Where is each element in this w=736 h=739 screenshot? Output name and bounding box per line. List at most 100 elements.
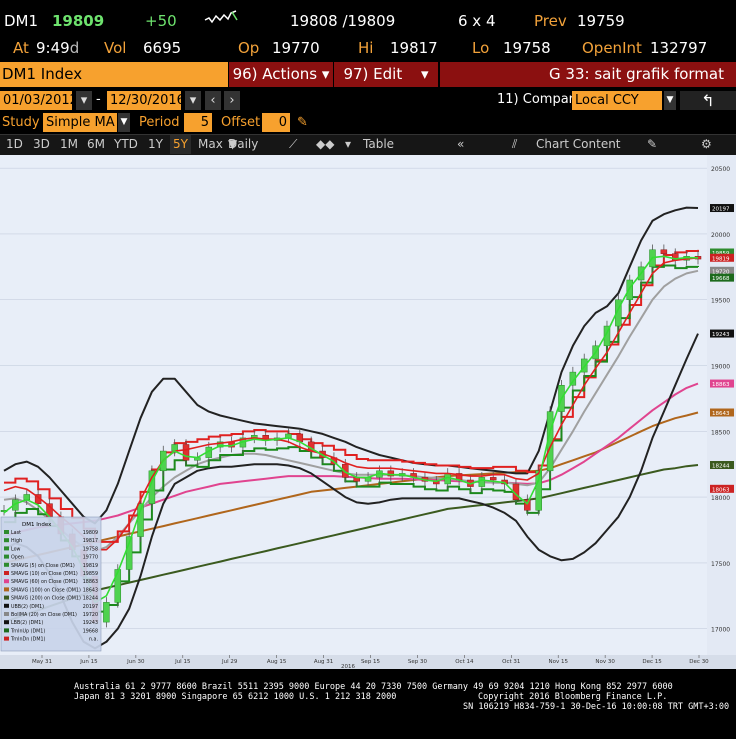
candle xyxy=(103,602,110,623)
time-suffix: d xyxy=(69,39,80,57)
study-bar: Study Simple MA ▼ Period 5 Offset 0 ✎ xyxy=(0,113,736,134)
legend-label: Last xyxy=(11,530,21,536)
study-label: Study xyxy=(2,115,40,130)
frequency-label: Daily xyxy=(228,137,259,151)
end-date-field[interactable]: 12/30/2016 xyxy=(107,91,185,110)
value-tag-label: 18244 xyxy=(712,464,730,470)
range-ytd[interactable]: YTD xyxy=(114,135,138,154)
legend-value: 19668 xyxy=(83,628,98,634)
low-label: Lo xyxy=(472,39,490,57)
back-arrow-icon[interactable]: ↰ xyxy=(680,91,736,110)
start-date-field[interactable]: 01/03/2012 xyxy=(0,91,78,110)
calendar-icon[interactable]: ▾ xyxy=(76,91,92,110)
x-tick-label: Nov 30 xyxy=(595,659,615,665)
legend-label: Low xyxy=(11,546,21,552)
edit-label: 97) Edit xyxy=(343,65,403,83)
compare-label[interactable]: 11) Compare xyxy=(497,92,582,107)
legend-swatch xyxy=(4,603,9,608)
chevron-right-icon[interactable]: › xyxy=(224,91,240,110)
legend-value: 18863 xyxy=(83,579,98,585)
value-tag-label: 19243 xyxy=(712,332,730,338)
legend-swatch xyxy=(4,612,9,616)
legend-swatch xyxy=(4,636,9,641)
y-tick-label: 20000 xyxy=(711,232,730,239)
legend-swatch xyxy=(4,595,9,600)
range-1d[interactable]: 1D xyxy=(6,135,23,154)
study-select[interactable]: Simple MA xyxy=(43,113,117,132)
y-tick-label: 18000 xyxy=(711,495,730,502)
price-chart[interactable]: 20500 20000 19500 19000 18500 18000 17500 17000… xyxy=(0,155,736,669)
year-label: 2016 xyxy=(341,664,355,669)
plot-area xyxy=(0,155,707,655)
high-label: Hi xyxy=(358,39,374,57)
range-1m[interactable]: 1M xyxy=(60,135,78,154)
edit-chart-icon[interactable]: ✎ xyxy=(647,135,657,154)
y-tick-label: 19500 xyxy=(711,298,730,305)
x-tick-label: Jun 15 xyxy=(79,659,98,665)
footer-line-2: Japan 81 3 3201 8900 Singapore 65 6212 1… xyxy=(74,692,397,702)
chevron-down-icon[interactable]: ▼ xyxy=(664,91,676,110)
line-chart-icon[interactable]: ⟋ xyxy=(289,135,297,154)
x-tick-label: Aug 31 xyxy=(314,659,334,665)
price-change: +50 xyxy=(145,12,177,30)
candle-chart-icon[interactable]: ◆◆ xyxy=(316,135,334,154)
table-button[interactable]: Table xyxy=(363,135,394,154)
chevron-down-icon[interactable]: ▼ xyxy=(118,113,130,132)
candle xyxy=(114,569,122,603)
legend-swatch xyxy=(4,538,9,543)
openint-label: OpenInt xyxy=(582,39,642,57)
legend-value: 19720 xyxy=(83,612,98,618)
chart-content-icon[interactable]: ⫽ xyxy=(512,135,517,154)
legend-swatch xyxy=(4,530,9,534)
frequency-select[interactable]: Daily ▼ xyxy=(228,135,258,154)
actions-menu[interactable]: 96) Actions ▾ xyxy=(229,62,333,87)
legend-value: 18643 xyxy=(83,587,98,593)
period-label: Period xyxy=(139,115,180,130)
value-tag-label: 18643 xyxy=(712,411,730,417)
footer: Australia 61 2 9777 8600 Brazil 5511 239… xyxy=(0,680,736,720)
period-field[interactable]: 5 xyxy=(184,113,212,132)
range-1y[interactable]: 1Y xyxy=(148,135,163,154)
x-tick-label: Sep 15 xyxy=(361,659,381,665)
y-tick-label: 17500 xyxy=(711,561,730,568)
legend-swatch xyxy=(4,562,9,567)
range-3d[interactable]: 3D xyxy=(33,135,50,154)
y-axis-strip xyxy=(707,155,736,655)
vol-label: Vol xyxy=(104,39,127,57)
chart-content-button[interactable]: Chart Content xyxy=(536,135,621,154)
chevron-down-icon[interactable]: ▾ xyxy=(345,135,351,154)
high-value: 19817 xyxy=(390,39,438,57)
security-field[interactable]: DM1 Index xyxy=(0,62,228,87)
legend-swatch xyxy=(4,571,9,575)
legend-label: SMAVG (200) on Close (DM1) xyxy=(11,596,81,602)
value-tag-label: 19819 xyxy=(712,256,730,262)
y-tick-label: 19000 xyxy=(711,364,730,371)
currency-select[interactable]: Local CCY xyxy=(572,91,662,110)
legend-value: 19817 xyxy=(83,538,98,544)
range-max[interactable]: Max xyxy=(198,135,223,154)
graph-template[interactable]: G 33: sait grafik format xyxy=(440,62,736,87)
quote-row-2: At 9:49d Vol 6695 Op 19770 Hi 19817 Lo 1… xyxy=(0,39,736,61)
pencil-icon[interactable]: ✎ xyxy=(297,113,308,132)
legend-swatch xyxy=(4,587,9,592)
range-6m[interactable]: 6M xyxy=(87,135,105,154)
legend-swatch xyxy=(4,554,9,559)
legend-label: TrnlnDn (DM1) xyxy=(10,637,46,643)
open-value: 19770 xyxy=(272,39,320,57)
range-5y[interactable]: 5Y xyxy=(170,135,191,154)
edit-menu[interactable]: 97) Edit ▾ xyxy=(334,62,438,87)
y-tick-label: 18500 xyxy=(711,429,730,436)
double-chevron-left-icon[interactable]: « xyxy=(457,135,464,154)
candle xyxy=(660,249,668,254)
calendar-icon[interactable]: ▾ xyxy=(185,91,201,110)
x-tick-label: Dec 15 xyxy=(642,659,662,665)
y-tick-label: 20500 xyxy=(711,166,730,173)
openint-value: 132797 xyxy=(650,39,708,57)
x-tick-label: Oct 31 xyxy=(502,659,520,665)
offset-field[interactable]: 0 xyxy=(262,113,290,132)
gear-icon[interactable]: ⚙ xyxy=(701,135,712,154)
value-tag-label: 20197 xyxy=(712,207,730,213)
legend-value: 19859 xyxy=(83,571,98,577)
bid-ask-size: 6 x 4 xyxy=(458,12,496,30)
chevron-left-icon[interactable]: ‹ xyxy=(205,91,221,110)
